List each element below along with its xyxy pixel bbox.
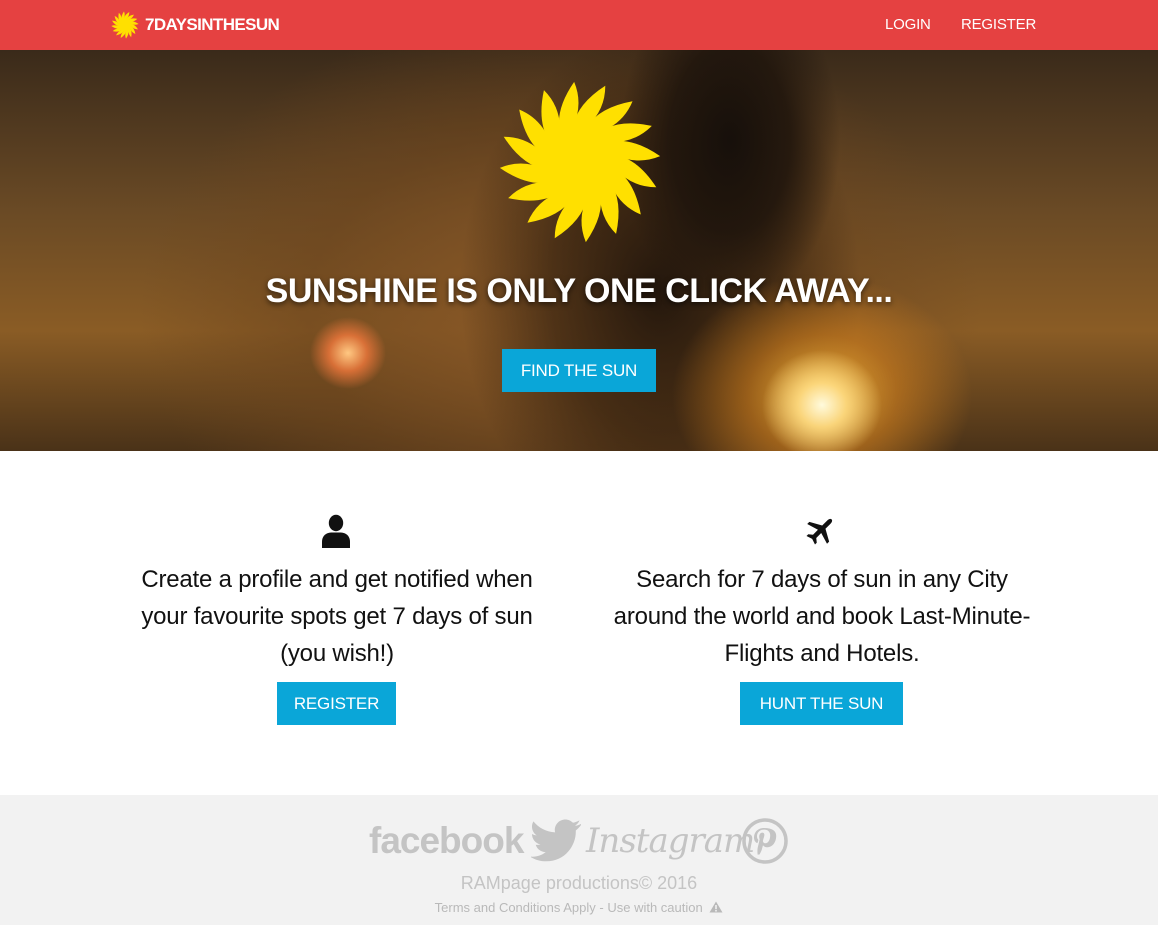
brand-name: 7DAYSINTHESUN [145,15,280,34]
sun-icon [499,81,661,243]
login-link[interactable]: LOGIN [885,16,931,33]
page-footer: facebook Instagram RAMpage productions© … [0,795,1158,925]
register-link[interactable]: REGISTER [961,16,1036,33]
brand-link[interactable]: 7DAYSINTHESUN [111,11,280,39]
airplane-icon [806,518,833,545]
profile-feature-text: Create a profile and get notified when y… [141,566,533,667]
hero-headline: SUNSHINE IS ONLY ONE CLICK AWAY... [265,272,893,310]
user-icon [322,514,350,548]
sun-icon [111,11,139,39]
find-the-sun-button[interactable]: FIND THE SUN [502,349,656,392]
terms-line[interactable]: Terms and Conditions Apply - Use with ca… [0,900,1158,915]
search-feature-text: Search for 7 days of sun in any City aro… [613,566,1031,667]
twitter-icon[interactable] [531,817,583,865]
warning-icon [709,901,723,913]
terms-text: Terms and Conditions Apply - Use with ca… [434,900,703,915]
copyright-text: RAMpage productions© 2016 [460,873,698,893]
instagram-link[interactable]: Instagram [586,817,755,865]
hero-banner: SUNSHINE IS ONLY ONE CLICK AWAY... FIND … [0,50,1158,451]
register-button[interactable]: REGISTER [277,682,396,725]
pinterest-icon[interactable] [742,817,788,865]
hunt-the-sun-button[interactable]: HUNT THE SUN [740,682,903,725]
top-navbar: 7DAYSINTHESUN LOGIN REGISTER [0,0,1158,50]
facebook-link[interactable]: facebook [369,817,524,865]
